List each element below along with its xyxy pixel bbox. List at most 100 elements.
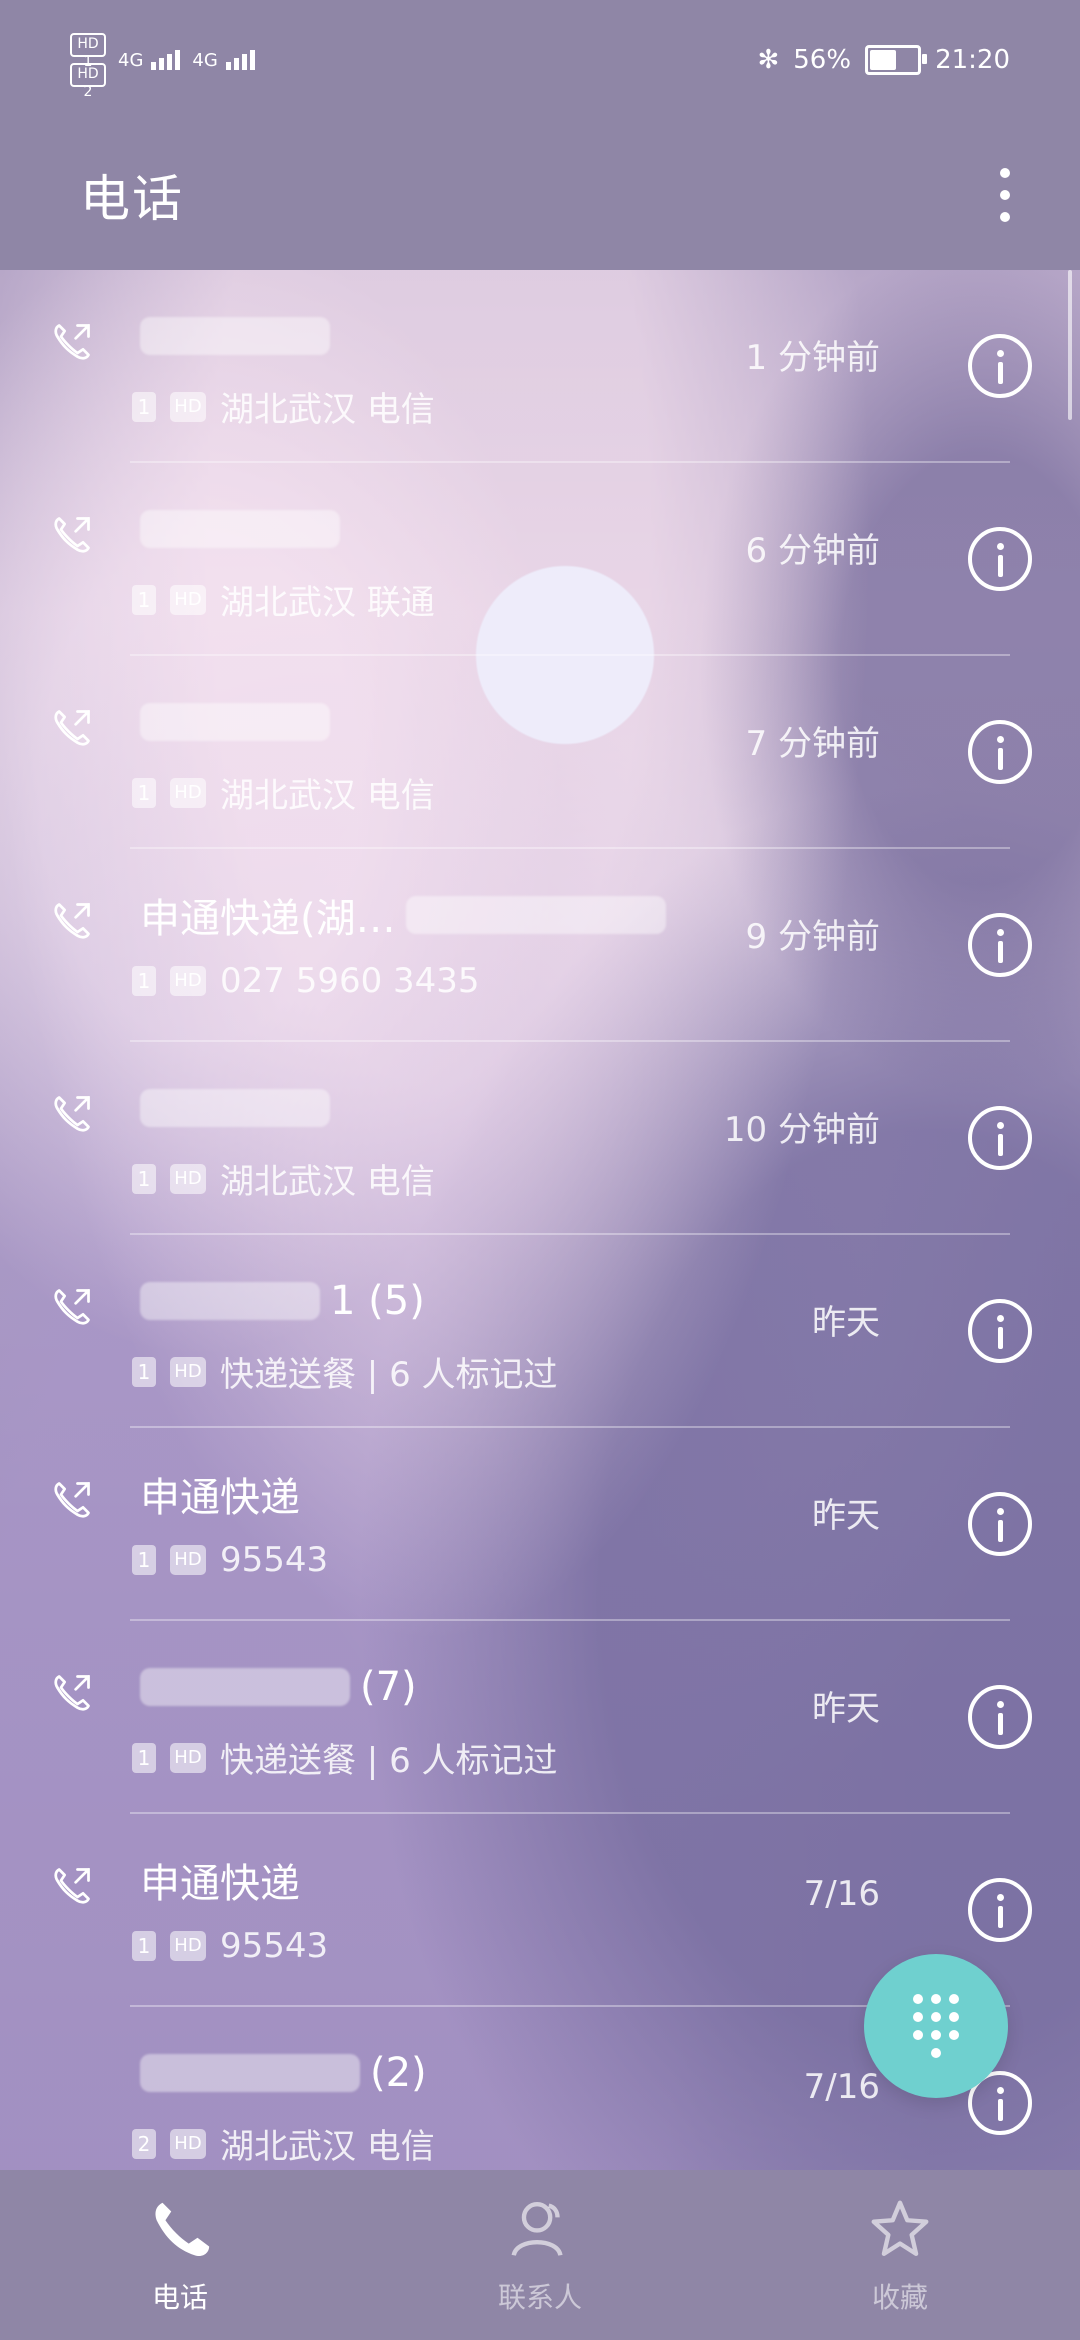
contact-name: (2) [370, 2050, 427, 2096]
info-icon[interactable] [968, 1299, 1032, 1363]
outgoing-call-icon [54, 1289, 90, 1325]
info-icon[interactable] [968, 1878, 1032, 1942]
contact-name: (7) [360, 1664, 417, 1710]
call-location: 湖北武汉 电信 [220, 2127, 435, 2167]
call-item[interactable]: 申通快递(湖… 1 HD 027 5960 3435 9 分钟前 [0, 849, 1080, 1042]
dialpad-button[interactable] [864, 1954, 1008, 2098]
hd-badge: HD [170, 777, 206, 808]
phone-icon [155, 2202, 210, 2257]
info-icon[interactable] [968, 527, 1032, 591]
bluetooth-icon: ✻ [757, 45, 780, 75]
outgoing-call-icon [54, 710, 90, 746]
nav-favorites[interactable]: 收藏 [750, 2194, 1050, 2316]
info-icon[interactable] [968, 334, 1032, 398]
hd-badge: HD [170, 1545, 206, 1575]
outgoing-call-icon [54, 1675, 90, 1711]
call-subline: 2 HD 湖北武汉 电信 [132, 2119, 435, 2168]
outgoing-call-icon [54, 1482, 90, 1518]
call-time: 9 分钟前 [745, 917, 880, 957]
contact-name-line: (7) [140, 1657, 417, 1717]
call-time: 7 分钟前 [745, 724, 880, 764]
info-icon[interactable] [968, 913, 1032, 977]
contact-name-line [140, 1078, 340, 1138]
hd-badge: HD [170, 391, 206, 422]
info-icon[interactable] [968, 720, 1032, 784]
contacts-icon [511, 2202, 563, 2257]
outgoing-call-icon [54, 1096, 90, 1132]
star-icon [871, 2200, 929, 2256]
call-tag: 快递送餐 | 6 人标记过 [220, 1741, 558, 1781]
nav-favorites-label: 收藏 [871, 2281, 928, 2314]
call-subline: 1 HD 快递送餐 | 6 人标记过 [132, 1733, 558, 1782]
info-icon[interactable] [968, 1106, 1032, 1170]
contact-name-line [140, 306, 340, 366]
info-icon[interactable] [968, 1492, 1032, 1556]
sim-badge: 1 [132, 1356, 156, 1387]
more-options-icon[interactable] [1000, 168, 1010, 222]
contact-name: 申通快递 [140, 1861, 300, 1907]
outgoing-call-icon [54, 324, 90, 360]
blurred-name [140, 1282, 320, 1320]
contact-name-line: (2) [140, 2043, 427, 2103]
status-left: HD 1 HD 2 4G 4G [70, 33, 255, 100]
nav-phone[interactable]: 电话 [30, 2194, 330, 2316]
hd-badge: HD [170, 2128, 206, 2159]
call-time: 1 分钟前 [745, 338, 880, 378]
sim-badge: 2 [132, 2128, 156, 2159]
contact-name-line: 1 (5) [140, 1271, 425, 1331]
call-item[interactable]: 1 HD 湖北武汉 电信 7 分钟前 [0, 656, 1080, 849]
blurred-name [140, 703, 330, 741]
battery-icon [865, 45, 928, 75]
call-item[interactable]: 1 HD 湖北武汉 联通 6 分钟前 [0, 463, 1080, 656]
sim-badge: 1 [132, 966, 156, 996]
call-number: 95543 [220, 1926, 329, 1966]
hd-indicators: HD 1 HD 2 [70, 33, 106, 100]
clock: 21:20 [935, 45, 1010, 75]
signal-icon-1 [151, 50, 181, 70]
call-item[interactable]: 1 (5) 1 HD 快递送餐 | 6 人标记过 昨天 [0, 1235, 1080, 1428]
blurred-name [405, 896, 666, 934]
call-time: 10 分钟前 [723, 1110, 880, 1150]
network-1: 4G [118, 50, 181, 71]
contact-name-line [140, 499, 350, 559]
sim-badge: 1 [132, 777, 156, 808]
info-icon[interactable] [968, 1685, 1032, 1749]
call-log-list: 1 HD 湖北武汉 电信 1 分钟前 1 HD 湖北武汉 联通 6 分钟前 1 … [0, 270, 1080, 2200]
call-subline: 1 HD 湖北武汉 联通 [132, 575, 435, 624]
nav-contacts[interactable]: 联系人 [390, 2194, 690, 2316]
network-2-label: 4G [192, 50, 218, 71]
sim-badge: 1 [132, 584, 156, 615]
call-item[interactable]: 1 HD 湖北武汉 电信 10 分钟前 [0, 1042, 1080, 1235]
call-time: 7/16 [803, 2067, 880, 2107]
call-subline: 1 HD 湖北武汉 电信 [132, 768, 435, 817]
call-location: 湖北武汉 电信 [220, 390, 435, 430]
network-1-label: 4G [118, 50, 144, 71]
outgoing-call-icon [54, 903, 90, 939]
call-time: 昨天 [812, 1496, 880, 1536]
call-item[interactable]: 申通快递 1 HD 95543 昨天 [0, 1428, 1080, 1621]
status-bar: HD 1 HD 2 4G 4G ✻ 56% 21:20 [0, 0, 1080, 120]
call-time: 7/16 [803, 1874, 880, 1914]
bottom-navigation: 电话 联系人 收藏 [0, 2170, 1080, 2340]
contact-name-line [140, 692, 340, 752]
call-location: 湖北武汉 电信 [220, 1162, 435, 1202]
sim-badge: 1 [132, 1931, 156, 1961]
call-number: 027 5960 3435 [220, 961, 480, 1001]
hd1-indicator: HD 1 [70, 33, 106, 70]
sim-badge: 1 [132, 1163, 156, 1194]
call-subline: 1 HD 95543 [132, 1926, 328, 1966]
hd-badge: HD [170, 1931, 206, 1961]
contact-name: 1 (5) [330, 1278, 425, 1324]
call-subline: 1 HD 027 5960 3435 [132, 961, 480, 1001]
call-subline: 1 HD 95543 [132, 1540, 328, 1580]
page-title: 电话 [80, 170, 184, 228]
call-time: 6 分钟前 [745, 531, 880, 571]
call-item[interactable]: (7) 1 HD 快递送餐 | 6 人标记过 昨天 [0, 1621, 1080, 1814]
sim-badge: 1 [132, 391, 156, 422]
hd2-indicator: HD 2 [70, 63, 106, 100]
blurred-name [140, 1089, 330, 1127]
sim-badge: 1 [132, 1545, 156, 1575]
contact-name-line: 申通快递 [140, 1464, 300, 1524]
hd-badge: HD [170, 1356, 206, 1387]
call-item[interactable]: 1 HD 湖北武汉 电信 1 分钟前 [0, 270, 1080, 463]
